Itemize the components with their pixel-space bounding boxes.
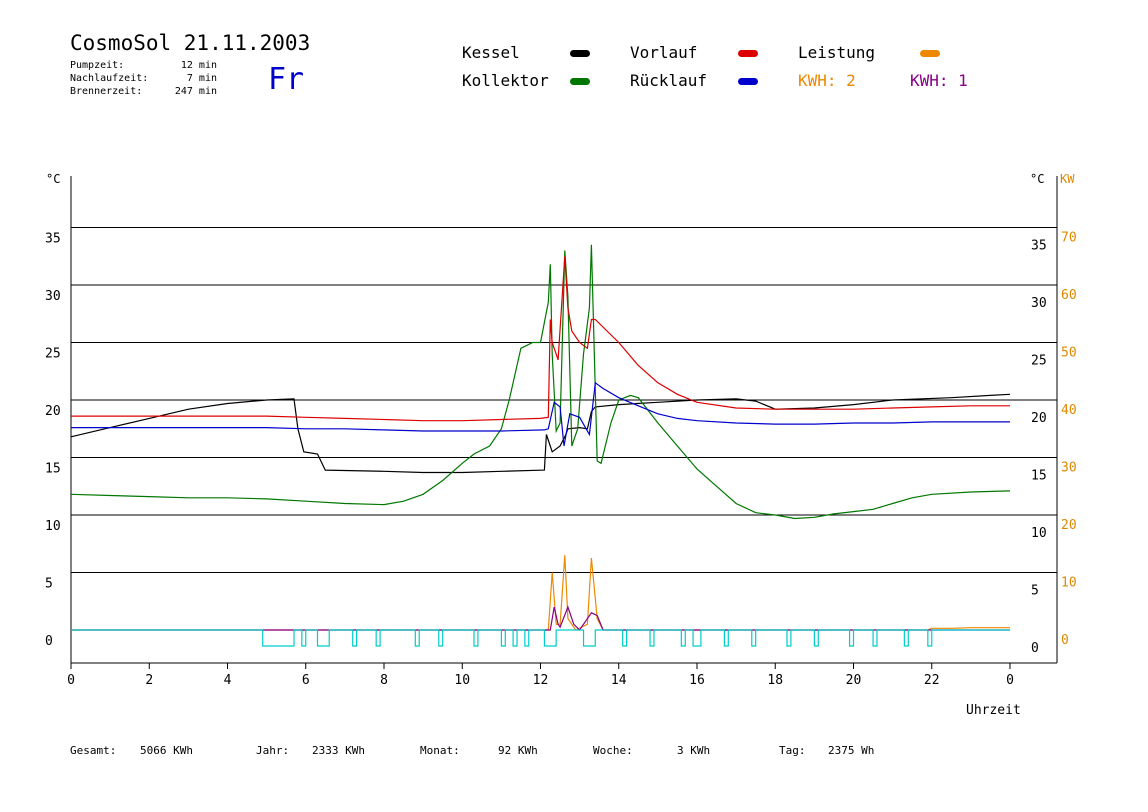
footer-label: Gesamt: (70, 744, 117, 757)
series-leistung (71, 555, 1010, 631)
series-vorlauf (71, 256, 1010, 422)
footer-label: Jahr: (256, 744, 290, 757)
y-tick-label-right: 0 (1031, 641, 1039, 656)
y-tick-label-kw: 60 (1061, 288, 1077, 303)
footer-value: 2333 KWh (312, 744, 365, 757)
y-tick-label-right: 5 (1031, 584, 1039, 599)
series-kwh-1 (71, 605, 1010, 631)
y-unit-right-celsius: °C (1030, 172, 1044, 186)
y-unit-left: °C (46, 172, 60, 186)
y-tick-label-kw: 30 (1061, 461, 1077, 476)
footer-value: 5066 KWh (140, 744, 193, 757)
y-tick-label-kw: 50 (1061, 346, 1077, 361)
y-tick-label-left: 5 (45, 577, 53, 592)
y-tick-label-left: 20 (45, 404, 61, 419)
footer-label: Monat: (420, 744, 460, 757)
series-kessel (70, 393, 1011, 474)
series-kollektor (70, 244, 1011, 520)
y-tick-label-left: 30 (45, 289, 61, 304)
series-r-cklauf (71, 381, 1010, 447)
x-tick-label: 16 (689, 673, 705, 688)
footer-value: 2375 Wh (828, 744, 875, 757)
y-tick-label-kw: 40 (1061, 403, 1077, 418)
x-tick-label: 18 (767, 673, 783, 688)
footer-value: 3 KWh (677, 744, 711, 757)
y-tick-label-right: 10 (1031, 526, 1047, 541)
y-tick-label-left: 35 (45, 232, 61, 247)
x-tick-label: 12 (533, 673, 549, 688)
x-tick-label: 4 (224, 673, 232, 688)
y-tick-label-left: 0 (45, 634, 53, 649)
y-unit-right-kw: KW (1060, 172, 1075, 186)
x-tick-label: 20 (846, 673, 862, 688)
footer-value: 92 KWh (498, 744, 538, 757)
y-tick-label-kw: 10 (1061, 576, 1077, 591)
footer-label: Woche: (593, 744, 633, 757)
x-tick-label: 6 (302, 673, 310, 688)
x-tick-label: 22 (924, 673, 940, 688)
x-tick-label: 0 (67, 673, 75, 688)
y-tick-label-kw: 70 (1061, 231, 1077, 246)
y-tick-label-right: 15 (1031, 469, 1047, 484)
y-tick-label-left: 15 (45, 462, 61, 477)
x-tick-label: 0 (1006, 673, 1014, 688)
y-tick-label-right: 20 (1031, 411, 1047, 426)
line-chart: 0 005 51010 102015 153020 204025 255030 306035 3… (45, 172, 1077, 718)
y-tick-label-right: 25 (1031, 354, 1047, 369)
series-pumpe (71, 629, 1010, 647)
y-tick-label-kw: 0 (1061, 633, 1069, 648)
x-axis-label: Uhrzeit (966, 703, 1021, 718)
x-tick-label: 8 (380, 673, 388, 688)
y-tick-label-right: 30 (1031, 296, 1047, 311)
footer-label: Tag: (779, 744, 806, 757)
x-tick-label: 10 (454, 673, 470, 688)
y-tick-label-left: 25 (45, 347, 61, 362)
x-tick-label: 2 (145, 673, 153, 688)
y-tick-label-right: 35 (1031, 239, 1047, 254)
y-tick-label-left: 10 (45, 519, 61, 534)
y-tick-label-kw: 20 (1061, 518, 1077, 533)
x-tick-label: 14 (611, 673, 627, 688)
